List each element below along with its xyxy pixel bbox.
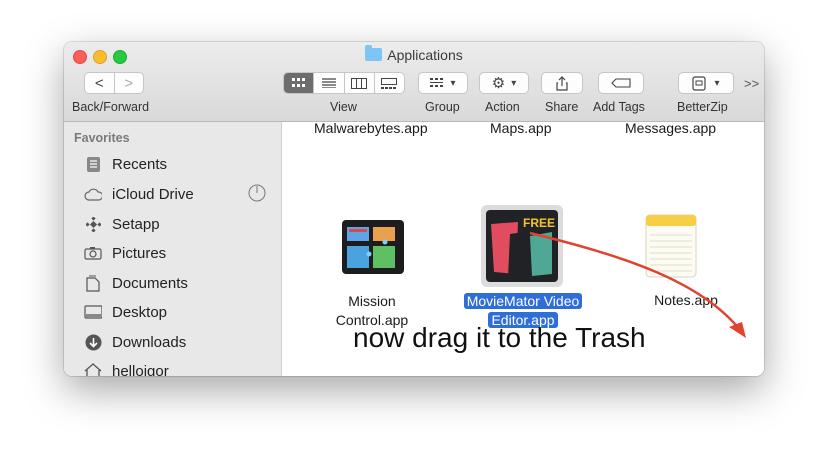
arrowhead-icon — [729, 322, 746, 338]
overlay-caption: now drag it to the Trash — [353, 322, 646, 353]
drag-arrow-icon — [529, 231, 741, 331]
drag-arrow-overlay — [529, 231, 746, 338]
